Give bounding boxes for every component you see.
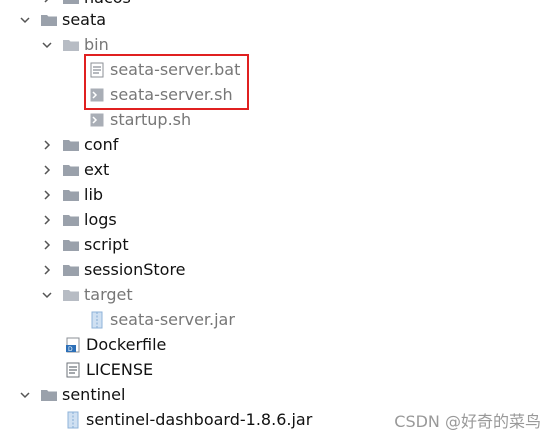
tree-label-sentinel: sentinel	[62, 385, 126, 404]
chevron-right-icon[interactable]	[40, 183, 54, 207]
chevron-down-icon[interactable]	[18, 8, 32, 32]
chevron-down-icon[interactable]	[40, 283, 54, 307]
tree-label-seata: seata	[62, 10, 107, 29]
docker-file-icon: D	[64, 336, 82, 354]
tree-label-folder: sessionStore	[84, 260, 186, 279]
folder-icon	[62, 261, 80, 279]
tree-label-folder: ext	[84, 160, 110, 179]
jar-file-icon	[64, 411, 82, 429]
tree-label-folder: lib	[84, 185, 104, 204]
folder-icon	[62, 186, 80, 204]
chevron-right-icon[interactable]	[40, 233, 54, 257]
tree-row-target[interactable]: target	[40, 283, 133, 307]
tree-row-folder[interactable]: logs	[40, 208, 117, 232]
tree-label-file: LICENSE	[86, 360, 154, 379]
folder-icon	[62, 136, 80, 154]
tree-row-file[interactable]: D Dockerfile	[64, 333, 166, 357]
tree-row-folder[interactable]: script	[40, 233, 129, 257]
tree-row-folder[interactable]: sessionStore	[40, 258, 186, 282]
tree-row-file[interactable]: sentinel-dashboard-1.8.6.jar	[64, 408, 312, 432]
chevron-down-icon[interactable]	[18, 383, 32, 407]
folder-icon	[62, 286, 80, 304]
highlight-box	[84, 54, 249, 110]
chevron-right-icon[interactable]	[40, 133, 54, 157]
folder-icon	[62, 161, 80, 179]
tree-row-folder[interactable]: conf	[40, 133, 118, 157]
folder-icon	[40, 11, 58, 29]
chevron-right-icon[interactable]	[40, 158, 54, 182]
tree-label-file: sentinel-dashboard-1.8.6.jar	[86, 410, 313, 429]
chevron-down-icon[interactable]	[40, 33, 54, 57]
tree-label-target: target	[84, 285, 133, 304]
folder-icon	[62, 211, 80, 229]
tree-label-folder: logs	[84, 210, 117, 229]
folder-icon	[62, 36, 80, 54]
jar-file-icon	[88, 311, 106, 329]
chevron-right-icon[interactable]	[40, 258, 54, 282]
tree-label-file: seata-server.jar	[110, 310, 235, 329]
tree-row-file[interactable]: LICENSE	[64, 358, 153, 382]
tree-row-folder[interactable]: ext	[40, 158, 109, 182]
watermark: CSDN @好奇的菜鸟	[394, 412, 541, 431]
text-file-icon	[64, 361, 82, 379]
folder-icon	[62, 0, 80, 7]
tree-label-folder: conf	[84, 135, 119, 154]
tree-row-folder[interactable]: lib	[40, 183, 103, 207]
tree-row-seata[interactable]: seata	[18, 8, 106, 32]
tree-label-folder: script	[84, 235, 129, 254]
folder-icon	[40, 386, 58, 404]
tree-row-sentinel[interactable]: sentinel	[18, 383, 125, 407]
tree-row-file[interactable]: startup.sh	[88, 108, 191, 132]
tree-label-file: Dockerfile	[86, 335, 167, 354]
chevron-right-icon[interactable]	[40, 208, 54, 232]
tree-row-file[interactable]: seata-server.jar	[88, 308, 235, 332]
svg-text:D: D	[68, 346, 73, 353]
shell-script-icon	[88, 111, 106, 129]
folder-icon	[62, 236, 80, 254]
tree-label-file: startup.sh	[110, 110, 192, 129]
